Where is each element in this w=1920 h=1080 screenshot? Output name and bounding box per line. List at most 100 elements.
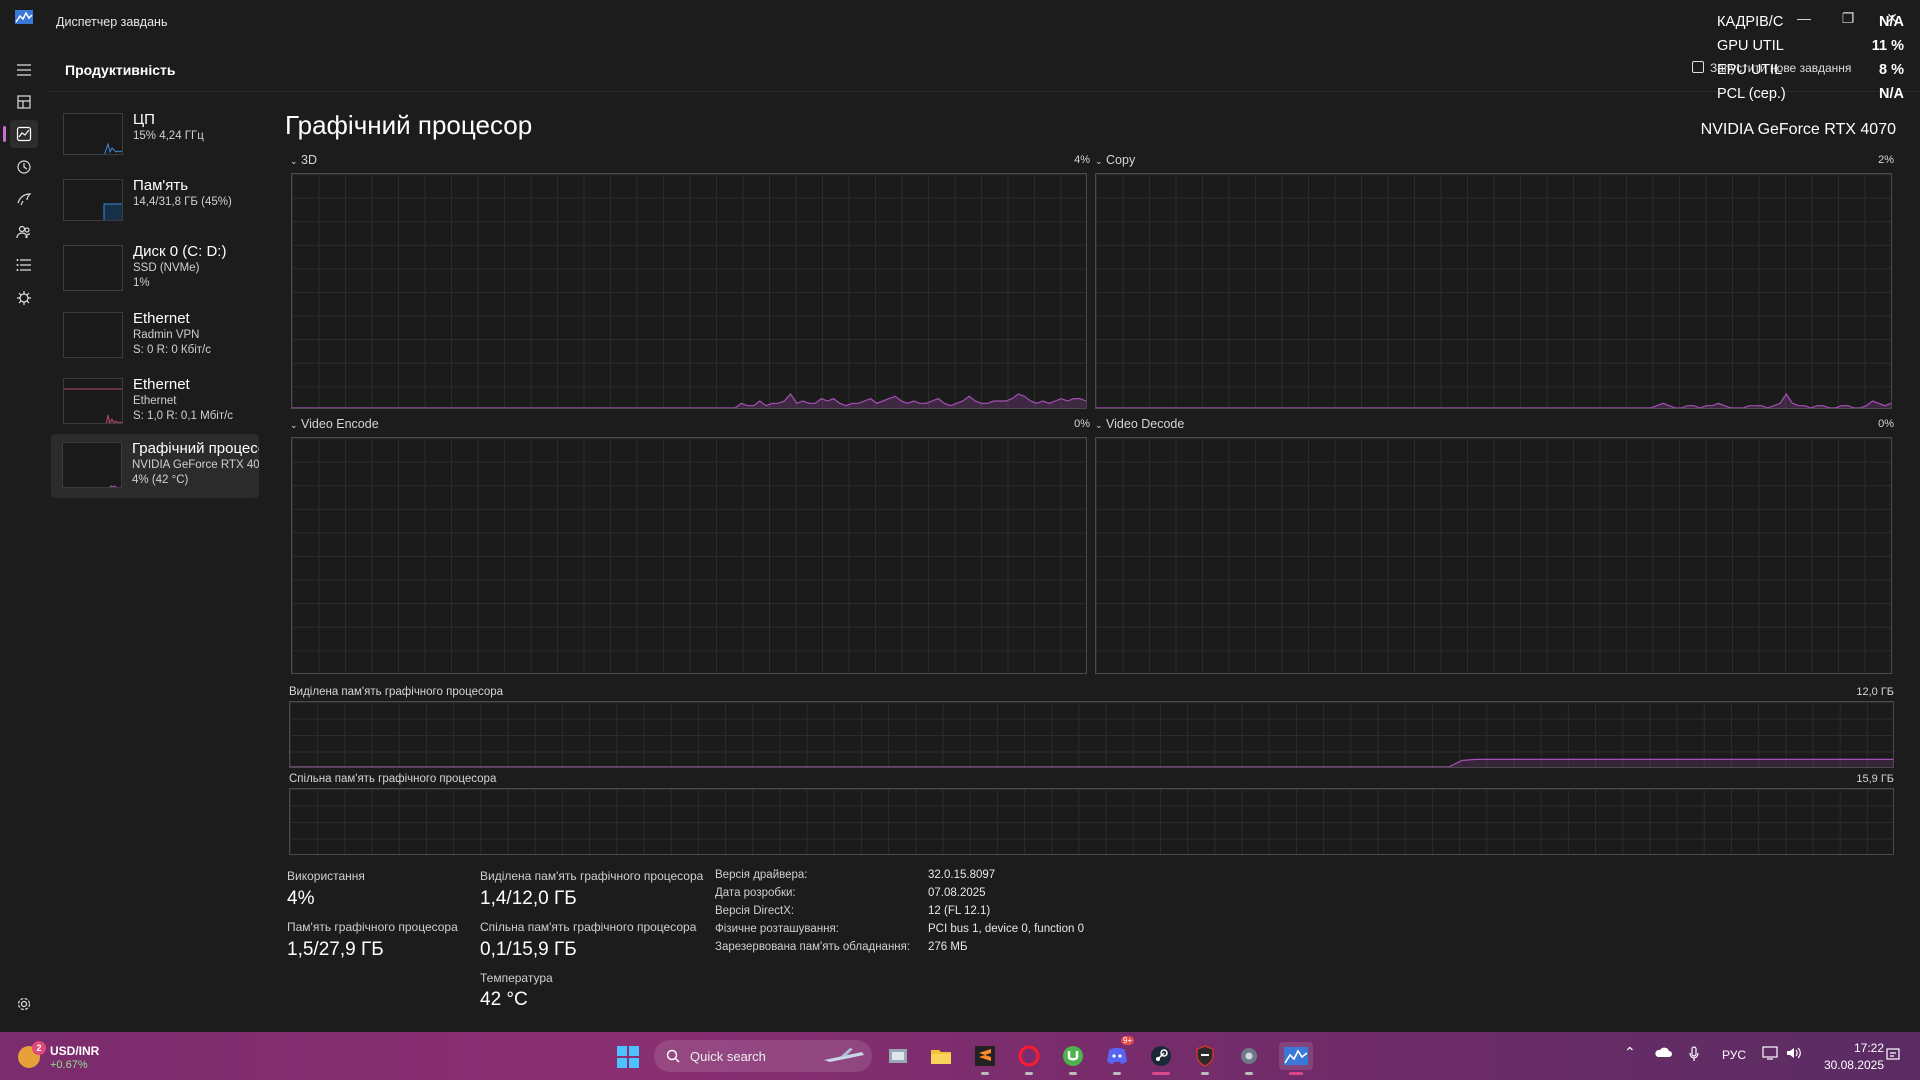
dedicated-memory-max: 12,0 ГБ xyxy=(1856,686,1894,698)
memory-thumbnail xyxy=(63,179,123,221)
sidebar-item-label: Ethernet xyxy=(133,376,190,393)
engine-selector-3d[interactable]: ⌄ 3D xyxy=(290,153,317,167)
discord-badge: 9+ xyxy=(1121,1036,1135,1045)
task-manager-taskbar-icon[interactable] xyxy=(1279,1042,1313,1075)
ethernet-thumbnail xyxy=(63,312,123,358)
performance-overlay: КАДРІВ/С N/A GPU UTIL 11 % ЕPU UTIL 8 % … xyxy=(1712,10,1912,106)
graph-copy-svg xyxy=(1096,392,1891,408)
sidebar-item-detail: 1% xyxy=(133,277,150,289)
chevron-down-icon: ⌄ xyxy=(1095,156,1103,166)
chevron-down-icon: ⌄ xyxy=(290,420,298,430)
running-indicator xyxy=(1152,1072,1170,1075)
microphone-icon[interactable] xyxy=(1688,1046,1700,1062)
airplane-icon xyxy=(824,1048,864,1062)
services-icon[interactable] xyxy=(10,284,38,312)
details-list-icon[interactable] xyxy=(10,251,38,279)
sidebar-item-detail: Ethernet xyxy=(133,395,177,407)
page-header: Продуктивність Запустити нове завдання xyxy=(48,44,1920,92)
users-icon[interactable] xyxy=(10,218,38,246)
taskbar-search[interactable]: Quick search xyxy=(654,1040,872,1072)
clock-time[interactable]: 17:22 xyxy=(1836,1041,1884,1055)
overlay-label: GPU UTIL xyxy=(1717,38,1784,54)
sidebar-item-label: Графічний процесор 0 xyxy=(132,440,259,457)
language-indicator[interactable]: РУС xyxy=(1722,1048,1746,1062)
engine-selector-video-encode[interactable]: ⌄ Video Encode xyxy=(290,417,379,431)
sidebar-item-ethernet-vpn[interactable]: Ethernet Radmin VPN S: 0 R: 0 Кбіт/с xyxy=(52,302,260,366)
util-3d-area xyxy=(292,394,1086,408)
discord-icon[interactable]: 9+ xyxy=(1103,1036,1135,1075)
engine-label: Copy xyxy=(1106,153,1136,167)
settings-gear-icon[interactable] xyxy=(10,990,38,1018)
graph-video-decode xyxy=(1095,437,1892,674)
stat-value: 1,4/12,0 ГБ xyxy=(480,888,577,909)
engine-selector-video-decode[interactable]: ⌄ Video Decode xyxy=(1095,417,1184,431)
sidebar-item-detail: NVIDIA GeForce RTX 4070 xyxy=(132,459,259,471)
file-explorer-icon[interactable] xyxy=(927,1042,955,1070)
settings-app-icon[interactable] xyxy=(1235,1042,1263,1075)
sidebar-item-gpu[interactable]: Графічний процесор 0 NVIDIA GeForce RTX … xyxy=(51,434,259,498)
disk-thumbnail xyxy=(63,245,123,291)
widget-badge: 2 xyxy=(32,1041,46,1055)
shared-memory-label: Спільна пам'ять графічного процесора xyxy=(289,773,497,785)
overlay-row: GPU UTIL 11 % xyxy=(1712,34,1912,58)
widget-change: +0.67% xyxy=(50,1059,88,1071)
onedrive-cloud-icon[interactable] xyxy=(1654,1046,1672,1058)
sidebar-item-disk[interactable]: Диск 0 (C: D:) SSD (NVMe) 1% xyxy=(52,236,260,300)
widget-title[interactable]: USD/INR xyxy=(50,1044,99,1058)
opera-browser-icon[interactable] xyxy=(1015,1042,1043,1075)
stat-value: 0,1/15,9 ГБ xyxy=(480,939,577,960)
sidebar-item-ethernet[interactable]: Ethernet Ethernet S: 1,0 R: 0,1 Мбіт/с xyxy=(52,368,260,432)
steam-icon[interactable] xyxy=(1147,1042,1175,1075)
app-history-icon[interactable] xyxy=(10,153,38,181)
windows-start-icon[interactable] xyxy=(617,1046,639,1068)
shared-memory-max: 15,9 ГБ xyxy=(1856,773,1894,785)
active-indicator xyxy=(3,126,6,142)
info-key: Версія DirectX: xyxy=(715,905,795,917)
stat-value: 1,5/27,9 ГБ xyxy=(287,939,384,960)
util-copy-line xyxy=(1096,392,1891,408)
sidebar-item-detail: 14,4/31,8 ГБ (45%) xyxy=(133,196,232,208)
overlay-value: N/A xyxy=(1879,86,1904,102)
sidebar-item-label: Диск 0 (C: D:) xyxy=(133,243,227,260)
title-bar: Диспетчер завдань — ❐ ✕ xyxy=(0,0,1920,44)
task-view-icon[interactable] xyxy=(884,1042,912,1070)
graph-3d xyxy=(291,173,1087,409)
performance-icon[interactable] xyxy=(10,120,38,148)
graph-3d-svg xyxy=(292,393,1086,408)
utorrent-icon[interactable] xyxy=(1059,1042,1087,1075)
overlay-value: 8 % xyxy=(1879,62,1904,78)
clock-date[interactable]: 30.08.2025 xyxy=(1818,1058,1884,1072)
sidebar-item-detail: Radmin VPN xyxy=(133,329,200,341)
volume-icon[interactable] xyxy=(1786,1046,1802,1060)
network-icon[interactable] xyxy=(1762,1046,1780,1060)
overlay-value: 11 % xyxy=(1871,38,1904,54)
notifications-icon[interactable] xyxy=(1886,1048,1900,1062)
stat-label: Температура xyxy=(480,971,553,985)
sidebar-item-memory[interactable]: Пам'ять 14,4/31,8 ГБ (45%) xyxy=(52,170,260,234)
overlay-label: КАДРІВ/С xyxy=(1717,14,1784,30)
security-shield-icon[interactable] xyxy=(1191,1042,1219,1075)
sidebar-item-detail: 15% 4,24 ГГц xyxy=(133,130,204,142)
stat-value: 42 °C xyxy=(480,989,528,1010)
running-indicator xyxy=(1201,1072,1209,1075)
chevron-up-icon[interactable]: ⌃ xyxy=(1624,1044,1636,1061)
taskbar: 2 USD/INR +0.67% Quick search 9+ ⌃ РУС 1… xyxy=(0,1032,1920,1080)
hamburger-menu-icon[interactable] xyxy=(10,56,38,84)
sidebar-item-cpu[interactable]: ЦП 15% 4,24 ГГц xyxy=(52,104,260,168)
stat-label: Використання xyxy=(287,869,365,883)
info-key: Зарезервована пам'ять обладнання: xyxy=(715,941,911,953)
graph-video-encode xyxy=(291,437,1087,674)
sidebar-item-label: Пам'ять xyxy=(133,177,189,194)
dedicated-memory-area xyxy=(290,759,1893,767)
page-title: Графічний процесор xyxy=(285,110,533,140)
startup-apps-icon[interactable] xyxy=(10,185,38,213)
engine-selector-copy[interactable]: ⌄ Copy xyxy=(1095,153,1135,167)
processes-icon[interactable] xyxy=(10,88,38,116)
sidebar-item-detail: 4% (42 °C) xyxy=(132,474,189,486)
sublime-app-icon[interactable] xyxy=(971,1042,999,1075)
search-placeholder: Quick search xyxy=(690,1049,766,1064)
overlay-row: ЕPU UTIL 8 % xyxy=(1712,58,1912,82)
cpu-thumbnail xyxy=(63,113,123,155)
chevron-down-icon: ⌄ xyxy=(290,156,298,166)
engine-percent: 2% xyxy=(1878,154,1894,166)
